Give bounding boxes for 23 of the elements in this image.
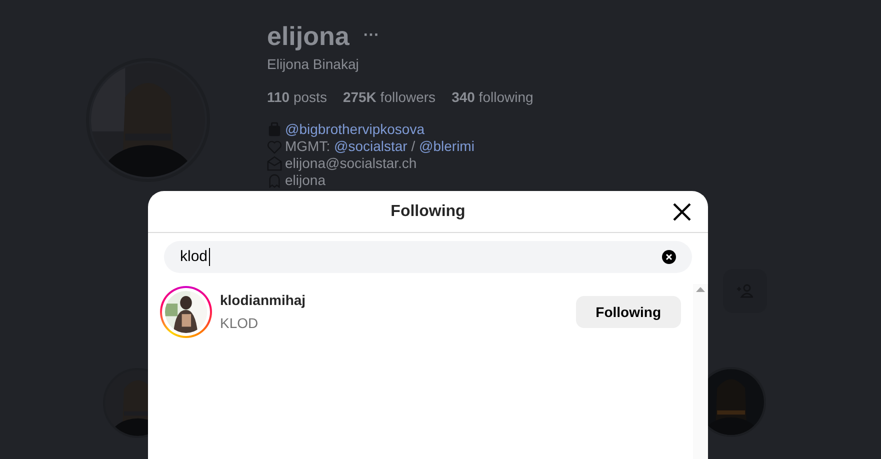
close-button[interactable] bbox=[672, 202, 692, 222]
scroll-up-icon[interactable] bbox=[696, 287, 705, 292]
bio-line: elijona@socialstar.ch bbox=[285, 155, 417, 172]
more-options-button[interactable]: ··· bbox=[363, 24, 380, 48]
username: elijona bbox=[267, 20, 350, 52]
close-icon bbox=[672, 202, 692, 222]
following-button[interactable]: Following bbox=[576, 296, 681, 328]
mention-link[interactable]: @blerimi bbox=[419, 138, 474, 154]
bio-line: elijona bbox=[285, 172, 326, 189]
dialog-title: Following bbox=[390, 202, 466, 222]
bio-line: MGMT: @socialstar / @blerimi bbox=[285, 138, 474, 155]
mention-link[interactable]: @bigbrothervipkosova bbox=[285, 121, 425, 137]
avatar[interactable] bbox=[160, 286, 212, 338]
profile-stat[interactable]: 110 posts bbox=[267, 87, 327, 108]
mention-link[interactable]: @socialstar bbox=[334, 138, 408, 154]
full-name: Elijona Binakaj bbox=[267, 55, 360, 74]
result-username[interactable]: klodianmihaj bbox=[220, 290, 576, 311]
scrollbar[interactable] bbox=[693, 284, 708, 459]
clear-icon bbox=[662, 250, 676, 264]
search-field[interactable]: klod bbox=[164, 241, 692, 273]
profile-stat[interactable]: 340 following bbox=[452, 87, 534, 108]
result-full-name: KLOD bbox=[220, 314, 260, 333]
profile-stat[interactable]: 275K followers bbox=[342, 87, 436, 108]
